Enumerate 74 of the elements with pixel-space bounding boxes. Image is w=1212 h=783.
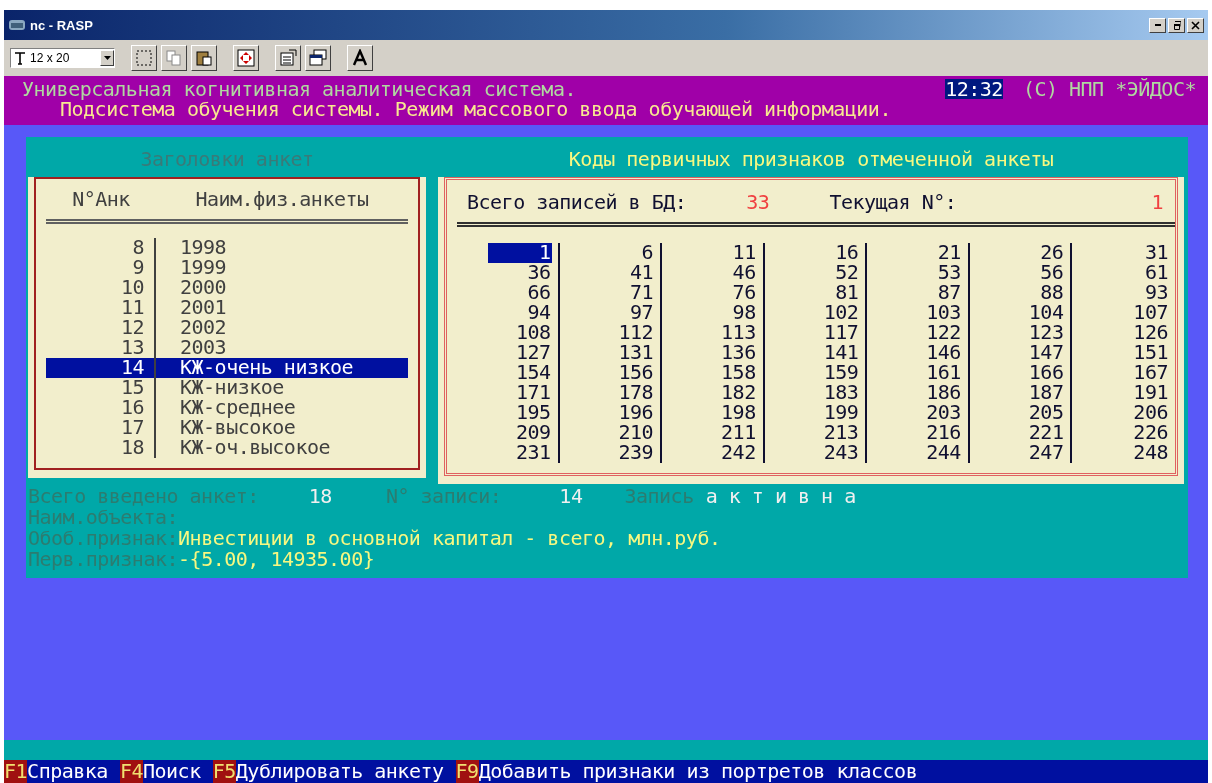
- minimize-icon: [1154, 24, 1161, 26]
- row-number[interactable]: 10: [46, 278, 156, 298]
- field-value: 18: [308, 486, 332, 507]
- windows-icon: [309, 49, 327, 67]
- restore-icon: [1172, 20, 1181, 30]
- font-size-dropdown[interactable]: 12 x 20: [10, 48, 115, 68]
- row-number[interactable]: 18: [46, 438, 156, 458]
- total-label: Всего записей в БД:: [467, 192, 687, 212]
- window-title: nc - RASP: [30, 17, 94, 33]
- font-icon: [351, 49, 369, 67]
- field-label: Всего введено анкет:: [28, 486, 259, 507]
- app-title: Универсальная когнитивная аналитическая система.: [22, 79, 576, 99]
- row-number[interactable]: 14: [46, 358, 156, 378]
- properties-icon: [279, 49, 297, 67]
- questionnaire-name[interactable]: КЖ-очень низкое: [156, 358, 408, 378]
- questionnaire-name[interactable]: 1998: [156, 238, 408, 258]
- field-label: Перв.признак:: [28, 549, 179, 570]
- function-key: F4: [119, 760, 143, 783]
- questionnaire-name[interactable]: 2002: [156, 318, 408, 338]
- caret-icon: [103, 56, 111, 60]
- questionnaire-name[interactable]: 2003: [156, 338, 408, 358]
- code-cell[interactable]: 1: [487, 243, 552, 263]
- questionnaire-name[interactable]: 2000: [156, 278, 408, 298]
- row-number[interactable]: 8: [46, 238, 156, 258]
- field-value: а к т и в н а: [705, 486, 856, 507]
- questionnaire-name[interactable]: КЖ-высокое: [156, 418, 408, 438]
- close-icon: [1191, 20, 1200, 30]
- questionnaire-name[interactable]: 1999: [156, 258, 408, 278]
- properties-button[interactable]: [275, 45, 301, 71]
- row-number[interactable]: 12: [46, 318, 156, 338]
- copyright-text: (C) НПП *ЭЙДОС*: [1022, 79, 1196, 99]
- current-number: 1: [1151, 192, 1163, 212]
- paste-button[interactable]: [191, 45, 217, 71]
- field-value: Инвестиции в основной капитал - всего, млн.руб.: [178, 528, 721, 549]
- questionnaire-name[interactable]: 2001: [156, 298, 408, 318]
- select-button[interactable]: [131, 45, 157, 71]
- column-header: Наим.физ.анкеты: [194, 189, 370, 209]
- copy-button[interactable]: [161, 45, 187, 71]
- field-value: 14: [559, 486, 583, 507]
- field-label: N° записи:: [385, 486, 502, 507]
- column-header: N°Анк: [71, 189, 131, 209]
- row-number[interactable]: 16: [46, 398, 156, 418]
- windows-button[interactable]: [305, 45, 331, 71]
- row-number[interactable]: 15: [46, 378, 156, 398]
- questionnaire-name[interactable]: КЖ-оч.высокое: [156, 438, 408, 458]
- field-value: -{5.00, 14935.00}: [178, 549, 375, 570]
- row-number[interactable]: 9: [46, 258, 156, 278]
- row-number[interactable]: 17: [46, 418, 156, 438]
- row-number[interactable]: 11: [46, 298, 156, 318]
- field-label: Обоб.признак:: [28, 528, 179, 549]
- fullscreen-button[interactable]: [233, 45, 259, 71]
- function-key: F9: [455, 760, 479, 783]
- total-count: 33: [746, 192, 770, 212]
- field-label: Наим.объекта:: [28, 507, 179, 528]
- fullscreen-icon: [237, 49, 255, 67]
- clock: 12:32: [945, 79, 1003, 99]
- function-label[interactable]: Добавить признаки из портретов классов: [478, 760, 918, 783]
- function-label[interactable]: Справка: [27, 760, 108, 783]
- paste-icon: [195, 49, 213, 67]
- font-button[interactable]: [347, 45, 373, 71]
- select-icon: [135, 49, 153, 67]
- minimize-button[interactable]: [1149, 17, 1166, 33]
- function-label[interactable]: Дублировать анкету: [235, 760, 444, 783]
- field-label: Запись: [624, 486, 694, 507]
- close-button[interactable]: [1187, 17, 1204, 33]
- restore-button[interactable]: [1168, 17, 1185, 33]
- current-label: Текущая N°:: [829, 192, 957, 212]
- copy-icon: [165, 49, 183, 67]
- questionnaire-name[interactable]: КЖ-среднее: [156, 398, 408, 418]
- function-key: F1: [4, 760, 28, 783]
- font-icon: [13, 51, 27, 65]
- questionnaire-name[interactable]: КЖ-низкое: [156, 378, 408, 398]
- function-key: F5: [212, 760, 236, 783]
- app-icon: [8, 17, 26, 33]
